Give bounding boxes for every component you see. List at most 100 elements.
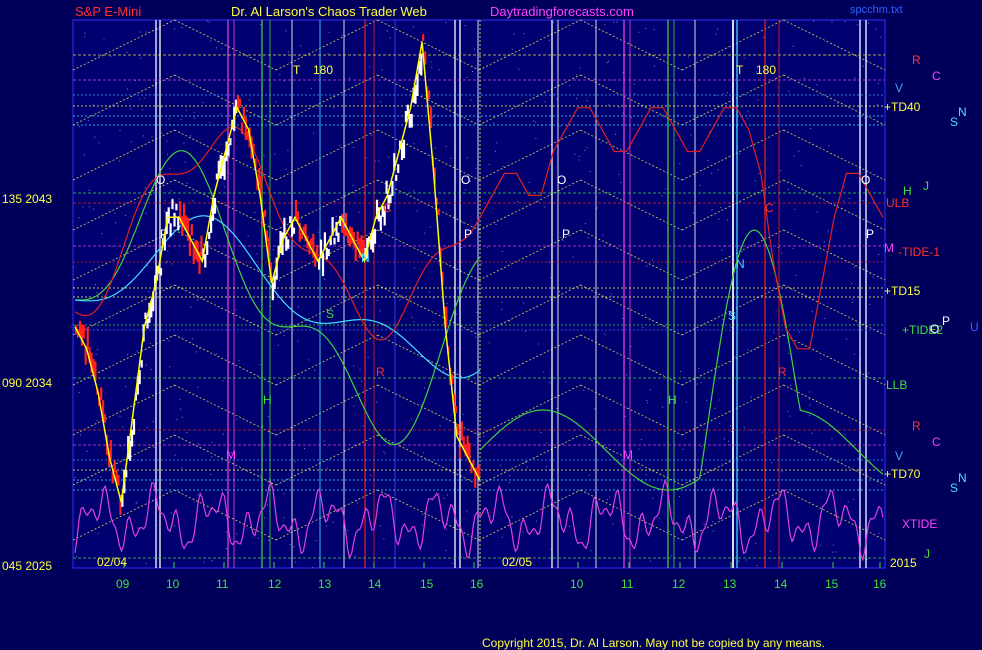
background-dot [210, 40, 211, 42]
background-dot [844, 21, 846, 22]
background-dot [730, 431, 732, 433]
background-dot [74, 477, 76, 479]
instrument-label: S&P E-Mini [75, 4, 141, 19]
background-dot [339, 299, 341, 301]
background-dot [383, 538, 385, 540]
background-dot [445, 550, 447, 551]
background-dot [706, 399, 708, 401]
background-dot [638, 448, 640, 450]
background-dot [335, 215, 337, 217]
background-dot [462, 413, 464, 415]
background-dot [375, 160, 377, 162]
marker-letter: P [160, 227, 168, 241]
price-bar [346, 231, 350, 243]
background-dot [202, 102, 204, 104]
background-dot [475, 167, 477, 169]
price-bar [427, 90, 431, 100]
background-dot [315, 540, 317, 541]
background-dot [546, 442, 548, 444]
price-bar [223, 157, 226, 180]
background-dot [649, 527, 651, 529]
background-dot [556, 408, 558, 409]
background-dot [690, 134, 692, 136]
background-dot [416, 210, 418, 212]
background-dot [133, 441, 135, 443]
background-dot [151, 136, 153, 138]
background-dot [125, 214, 126, 216]
background-dot [354, 555, 356, 557]
background-dot [145, 562, 147, 564]
background-dot [181, 467, 183, 469]
background-dot [428, 291, 430, 293]
background-dot [645, 28, 647, 29]
background-dot [83, 154, 85, 156]
background-dot [230, 173, 232, 175]
price-bar [460, 421, 463, 441]
background-dot [352, 184, 354, 186]
background-dot [711, 172, 713, 174]
background-dot [676, 92, 678, 94]
date-label: 02/04 [97, 555, 127, 569]
background-dot [543, 371, 545, 373]
background-dot [181, 416, 183, 418]
background-dot [384, 453, 386, 455]
marker-letter: O [156, 173, 165, 187]
background-dot [424, 232, 426, 234]
background-dot [361, 306, 363, 308]
right-side-label: S [950, 115, 958, 129]
background-dot [588, 474, 590, 476]
background-dot [511, 48, 513, 50]
background-dot [368, 66, 370, 68]
background-dot [824, 317, 826, 319]
background-dot [478, 302, 480, 304]
background-dot [95, 353, 97, 355]
marker-letter: C [765, 201, 774, 215]
site-url[interactable]: Daytradingforecasts.com [490, 4, 634, 19]
background-dot [717, 169, 719, 171]
background-dot [341, 35, 343, 37]
background-dot [722, 93, 724, 95]
background-dot [600, 142, 602, 144]
background-dot [645, 474, 647, 476]
background-dot [93, 208, 95, 210]
marker-letter: R [778, 365, 787, 379]
background-dot [685, 401, 687, 403]
marker-letter: M [226, 448, 236, 462]
background-dot [719, 399, 721, 401]
x-tick-label: 16 [470, 577, 484, 591]
background-dot [616, 21, 618, 23]
price-bar [343, 228, 346, 237]
background-dot [446, 303, 448, 305]
background-dot [383, 451, 385, 452]
background-dot [747, 349, 749, 351]
price-bar [385, 180, 388, 194]
background-dot [193, 111, 195, 113]
price-bar [292, 227, 296, 234]
price-bar [86, 327, 89, 349]
background-dot [422, 513, 424, 515]
background-dot [225, 531, 227, 533]
marker-letter: H [263, 393, 272, 407]
background-dot [285, 168, 287, 170]
background-dot [168, 118, 170, 120]
background-dot [869, 303, 871, 305]
background-dot [268, 317, 270, 319]
background-dot [142, 109, 144, 111]
x-tick-label: 15 [420, 577, 434, 591]
background-dot [176, 419, 178, 421]
price-bar [356, 231, 359, 245]
marker-letter: P [866, 227, 874, 241]
background-dot [543, 206, 545, 208]
background-dot [142, 135, 144, 137]
background-dot [565, 381, 567, 383]
background-dot [247, 235, 249, 237]
background-dot [190, 135, 192, 137]
background-dot [192, 338, 194, 340]
background-dot [548, 39, 550, 41]
background-dot [590, 378, 592, 380]
background-dot [630, 346, 632, 347]
price-bar [327, 249, 330, 257]
background-dot [259, 475, 261, 477]
background-dot [729, 425, 731, 427]
copyright: Copyright 2015, Dr. Al Larson. May not b… [482, 636, 825, 650]
